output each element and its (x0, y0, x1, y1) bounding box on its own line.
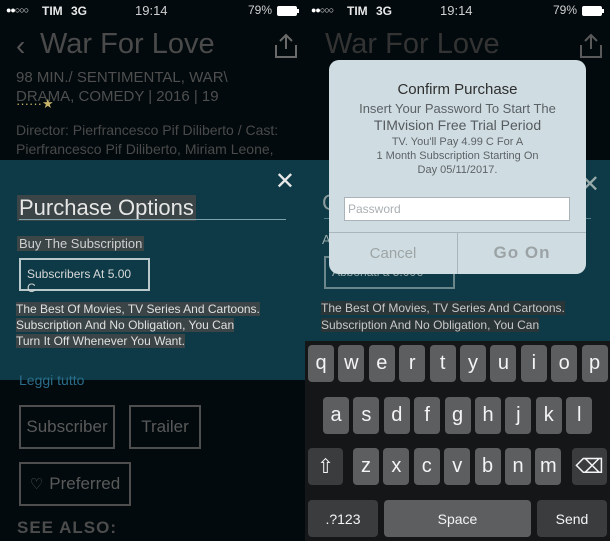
network-label: 3G (71, 4, 88, 18)
meta-line: DRAMA, COMEDY | 2016 | 19 (16, 88, 219, 105)
clock: 19:14 (135, 3, 168, 18)
signal-icon: ●●○○○ (311, 5, 334, 15)
right-screen: ●●○○○ TIM 3G 19:14 79% War For Love ✕ C … (305, 0, 610, 541)
left-screen: ●●○○○ TIM 3G 19:14 79% ‹ War For Love 98… (0, 0, 305, 541)
battery-icon (277, 6, 299, 16)
key-d[interactable]: d (383, 397, 410, 434)
trailer-button[interactable]: Trailer (129, 405, 201, 449)
key-c[interactable]: c (413, 448, 440, 485)
meta-line: 98 MIN./ SENTIMENTAL, WAR\ (16, 69, 228, 86)
carrier-label: TIM (42, 4, 63, 18)
key-a[interactable]: a (323, 397, 349, 434)
key-l[interactable]: l (566, 397, 593, 434)
key-u[interactable]: u (490, 345, 517, 382)
director-line: Director: Pierfrancesco Pif Diliberto / … (16, 122, 279, 138)
director-cast: Director: Pierfrancesco Pif Diliberto / … (16, 121, 301, 159)
dialog-message: Insert Your Password To Start The (359, 101, 556, 116)
battery-icon (582, 6, 604, 16)
backspace-key[interactable]: ⌫ (572, 448, 607, 485)
space-key[interactable]: Space (384, 500, 531, 537)
key-s[interactable]: s (353, 397, 380, 434)
status-bar: ●●○○○ TIM 3G 19:14 79% (0, 0, 305, 22)
movie-title: War For Love (325, 28, 500, 60)
password-input[interactable]: Password (344, 197, 570, 221)
key-v[interactable]: v (444, 448, 471, 485)
key-q[interactable]: q (308, 345, 334, 382)
rating-stars: ······★ (16, 96, 54, 111)
desc-line: The Best Of Movies, TV Series And Cartoo… (321, 301, 565, 315)
carrier-label: TIM (347, 4, 368, 18)
subscription-description: The Best Of Movies, TV Series And Cartoo… (16, 301, 266, 349)
read-more-link[interactable]: Leggi tutto (19, 372, 84, 388)
desc-line: The Best Of Movies, TV Series And Cartoo… (16, 302, 260, 316)
subscription-description: The Best Of Movies, TV Series And Cartoo… (321, 300, 581, 334)
go-on-button[interactable]: Go On (458, 232, 586, 274)
dialog-message: TIMvision Free Trial Period (373, 117, 542, 133)
key-j[interactable]: j (505, 397, 532, 434)
see-also-heading: SEE ALSO: (17, 518, 117, 537)
back-chevron-icon[interactable]: ‹ (16, 30, 25, 62)
dialog-title: Confirm Purchase (397, 81, 518, 98)
status-bar: ●●○○○ TIM 3G 19:14 79% (305, 0, 610, 22)
numbers-key[interactable]: .?123 (308, 500, 378, 537)
key-i[interactable]: i (520, 345, 547, 382)
dialog-message: 1 Month Subscription Starting On (376, 150, 539, 162)
subscriber-button[interactable]: Subscriber (19, 405, 115, 449)
key-o[interactable]: o (551, 345, 578, 382)
shift-key[interactable]: ⇧ (308, 448, 343, 485)
key-e[interactable]: e (368, 345, 395, 382)
dialog-message: Day 05/11/2017. (417, 164, 498, 176)
sheet-heading: Purchase Options (17, 195, 196, 221)
key-t[interactable]: t (429, 345, 456, 382)
desc-line: Subscription And No Obligation, You Can (321, 318, 540, 332)
heart-icon: ♡ (29, 476, 44, 493)
preferred-button[interactable]: ♡ Preferred (19, 462, 131, 506)
battery-percent: 79% (248, 3, 273, 17)
clock: 19:14 (440, 3, 473, 18)
cast-line: Pierfrancesco Pif Diliberto, Miriam Leon… (16, 141, 274, 157)
divider (19, 219, 286, 220)
key-g[interactable]: g (444, 397, 471, 434)
key-p[interactable]: p (581, 345, 608, 382)
on-screen-keyboard: q w e r t y u i o p a s d f g h j k l ⇧ z x c v b n m ⌫ .?123 Space Se… (305, 341, 610, 541)
desc-line: Turn It Off Whenever You Want. (16, 334, 185, 348)
network-label: 3G (376, 4, 393, 18)
key-n[interactable]: n (505, 448, 531, 485)
key-h[interactable]: h (475, 397, 501, 434)
key-r[interactable]: r (399, 345, 426, 382)
movie-meta: 98 MIN./ SENTIMENTAL, WAR\ DRAMA, COMEDY… (16, 68, 276, 106)
key-k[interactable]: k (535, 397, 562, 434)
preferred-label: Preferred (49, 474, 121, 493)
key-w[interactable]: w (338, 345, 365, 382)
key-b[interactable]: b (474, 448, 501, 485)
dialog-message: TV. You'll Pay 4.99 C For A (391, 136, 524, 148)
close-icon[interactable]: ✕ (275, 170, 295, 194)
key-m[interactable]: m (535, 448, 562, 485)
battery-percent: 79% (553, 3, 578, 17)
send-key[interactable]: Send (537, 500, 607, 537)
signal-icon: ●●○○○ (6, 5, 29, 15)
share-icon[interactable] (272, 33, 300, 59)
purchase-options-sheet: ✕ Purchase Options Buy The Subscription … (0, 160, 305, 380)
key-x[interactable]: x (383, 448, 410, 485)
cancel-button[interactable]: Cancel (329, 232, 457, 274)
desc-line: Subscription And No Obligation, You Can (16, 318, 235, 332)
key-f[interactable]: f (414, 397, 441, 434)
share-icon[interactable] (577, 33, 605, 59)
key-y[interactable]: y (460, 345, 486, 382)
sheet-subheading: Buy The Subscription (17, 236, 145, 251)
confirm-purchase-dialog: Confirm Purchase Insert Your Password To… (329, 60, 586, 274)
subscription-select[interactable]: Subscribers At 5.00 C (19, 258, 150, 295)
key-z[interactable]: z (353, 448, 379, 485)
movie-title: War For Love (40, 28, 215, 60)
